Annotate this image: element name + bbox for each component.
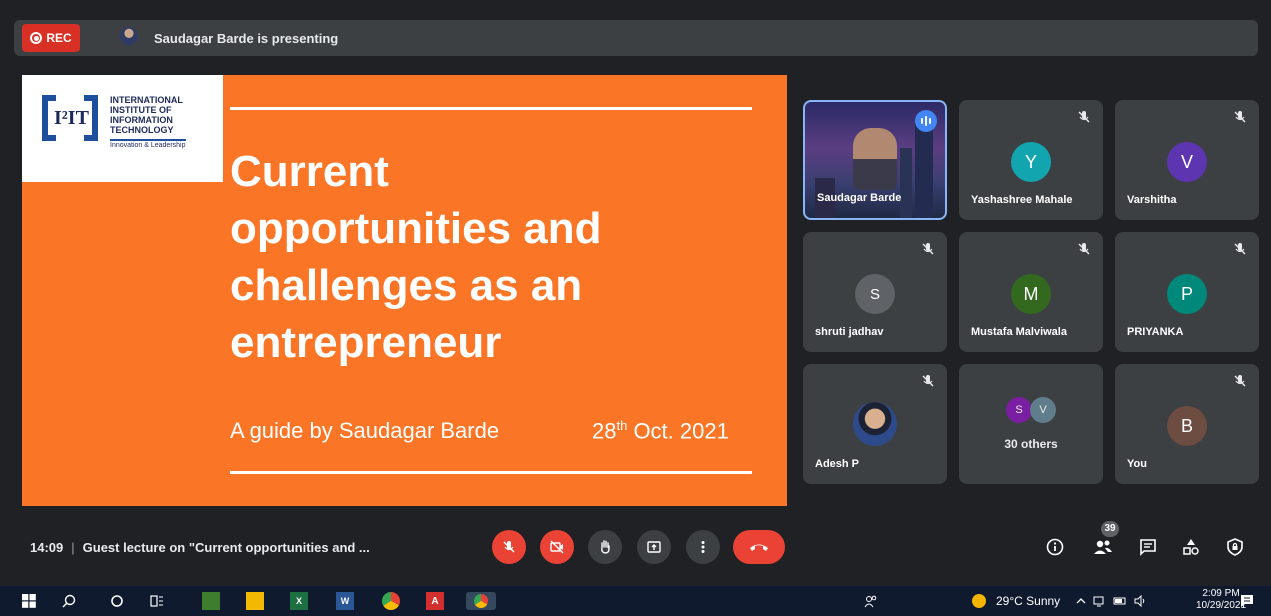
chrome-icon[interactable] — [382, 592, 400, 610]
chat-icon — [1140, 539, 1156, 556]
recording-badge: REC — [22, 24, 80, 52]
info-icon — [1046, 538, 1064, 556]
meeting-title[interactable]: Guest lecture on "Current opportunities … — [83, 540, 370, 555]
people-icon — [1094, 540, 1112, 554]
notifications-icon[interactable] — [1238, 592, 1256, 610]
windows-taskbar: X W A 29°C Sunny 2:09 PM 10/29/2021 — [0, 586, 1271, 616]
slide-divider-top — [230, 107, 752, 110]
others-count-label: 30 others — [1004, 437, 1058, 451]
mic-off-icon — [1078, 111, 1090, 123]
mic-off-icon — [1234, 375, 1246, 387]
others-avatar: V — [1030, 397, 1056, 423]
participant-name: shruti jadhav — [815, 326, 884, 338]
present-icon — [647, 541, 661, 553]
participant-tile-priyanka[interactable]: P PRIYANKA — [1115, 232, 1259, 352]
slide-title: Current opportunities and challenges as … — [230, 147, 602, 367]
more-vert-icon — [701, 541, 705, 553]
acrobat-icon[interactable]: A — [426, 592, 444, 610]
participant-name: Mustafa Malviwala — [971, 326, 1067, 338]
activities-button[interactable] — [1178, 534, 1204, 560]
participant-photo-avatar — [853, 402, 897, 446]
shield-lock-icon — [1227, 538, 1243, 556]
participant-avatar: S — [855, 274, 895, 314]
mic-off-icon — [922, 375, 934, 387]
chrome-profile-icon[interactable] — [466, 592, 496, 610]
shared-slide: I²IT INTERNATIONAL INSTITUTE OF INFORMAT… — [22, 75, 787, 506]
activities-icon — [1183, 539, 1199, 555]
participant-avatar: P — [1167, 274, 1207, 314]
presentation-bar: REC Saudagar Barde is presenting — [14, 20, 1258, 56]
participant-name: PRIYANKA — [1127, 326, 1184, 338]
leave-call-button[interactable] — [733, 530, 785, 564]
people-taskbar-icon[interactable] — [862, 592, 880, 610]
institute-logo: I²IT INTERNATIONAL INSTITUTE OF INFORMAT… — [22, 75, 223, 182]
word-icon[interactable]: W — [336, 592, 354, 610]
task-view-icon[interactable] — [148, 592, 166, 610]
record-icon — [30, 32, 43, 44]
meeting-info: 14:09 | Guest lecture on "Current opportun… — [30, 540, 370, 555]
mic-off-icon — [503, 541, 515, 553]
camera-off-icon — [550, 540, 564, 554]
battery-icon[interactable] — [1111, 592, 1129, 610]
participant-name: Adesh P — [815, 458, 860, 470]
logo-tagline: Innovation & Leadership — [110, 139, 186, 149]
windows-start-icon[interactable] — [20, 592, 38, 610]
participant-tile-yashashree[interactable]: Y Yashashree Mahale — [959, 100, 1103, 220]
others-avatar: S — [1006, 397, 1032, 423]
participant-tile-shruti[interactable]: S shruti jadhav — [803, 232, 947, 352]
presenting-status: Saudagar Barde is presenting — [154, 31, 339, 46]
meeting-details-button[interactable] — [1042, 534, 1068, 560]
meeting-time: 14:09 — [30, 540, 64, 555]
participant-avatar: M — [1011, 274, 1051, 314]
hang-up-icon — [750, 544, 768, 551]
logo-text: INTERNATIONAL INSTITUTE OF INFORMATION T… — [110, 95, 183, 135]
network-icon[interactable] — [1091, 592, 1109, 610]
participant-name: Yashashree Mahale — [971, 194, 1073, 206]
volume-icon[interactable] — [1131, 592, 1149, 610]
participant-tile-others[interactable]: S V 30 others — [959, 364, 1103, 484]
people-button[interactable] — [1090, 534, 1116, 560]
participant-tile-mustafa[interactable]: M Mustafa Malviwala — [959, 232, 1103, 352]
mic-toggle-button[interactable] — [492, 530, 526, 564]
minecraft-app-icon[interactable] — [202, 592, 220, 610]
recording-label: REC — [46, 31, 72, 45]
mic-off-icon — [1234, 243, 1246, 255]
speaking-indicator-icon — [915, 110, 937, 132]
participant-name: Varshitha — [1127, 194, 1177, 206]
participant-name: Saudagar Barde — [817, 192, 902, 204]
chat-button[interactable] — [1135, 534, 1161, 560]
logo-mark-text: I²IT — [54, 107, 89, 129]
present-screen-button[interactable] — [637, 530, 671, 564]
participant-avatar: B — [1167, 406, 1207, 446]
participant-tile-saudagar[interactable]: Saudagar Barde — [803, 100, 947, 220]
weather-text[interactable]: 29°C Sunny — [996, 594, 1060, 608]
chevron-up-icon[interactable] — [1072, 592, 1090, 610]
mic-off-icon — [922, 243, 934, 255]
host-controls-button[interactable] — [1222, 534, 1248, 560]
slide-divider-bottom — [230, 471, 752, 474]
more-options-button[interactable] — [686, 530, 720, 564]
presenter-avatar — [120, 27, 138, 45]
participant-name: You — [1127, 458, 1147, 470]
participant-avatar: Y — [1011, 142, 1051, 182]
mic-off-icon — [1078, 243, 1090, 255]
participant-avatar: V — [1167, 142, 1207, 182]
excel-icon[interactable]: X — [290, 592, 308, 610]
file-explorer-icon[interactable] — [246, 592, 264, 610]
raise-hand-icon — [601, 540, 610, 554]
weather-icon — [970, 592, 988, 610]
participant-tile-adesh[interactable]: Adesh P — [803, 364, 947, 484]
cortana-icon[interactable] — [108, 592, 126, 610]
camera-toggle-button[interactable] — [540, 530, 574, 564]
slide-subtitle: A guide by Saudagar Barde — [230, 418, 500, 443]
participant-tile-varshitha[interactable]: V Varshitha — [1115, 100, 1259, 220]
mic-off-icon — [1234, 111, 1246, 123]
participant-tile-you[interactable]: B You — [1115, 364, 1259, 484]
slide-date: 28th Oct. 2021 — [592, 418, 729, 444]
raise-hand-button[interactable] — [588, 530, 622, 564]
search-icon[interactable] — [60, 592, 78, 610]
i2it-logo-mark: I²IT — [42, 95, 98, 143]
participant-video — [853, 128, 897, 190]
